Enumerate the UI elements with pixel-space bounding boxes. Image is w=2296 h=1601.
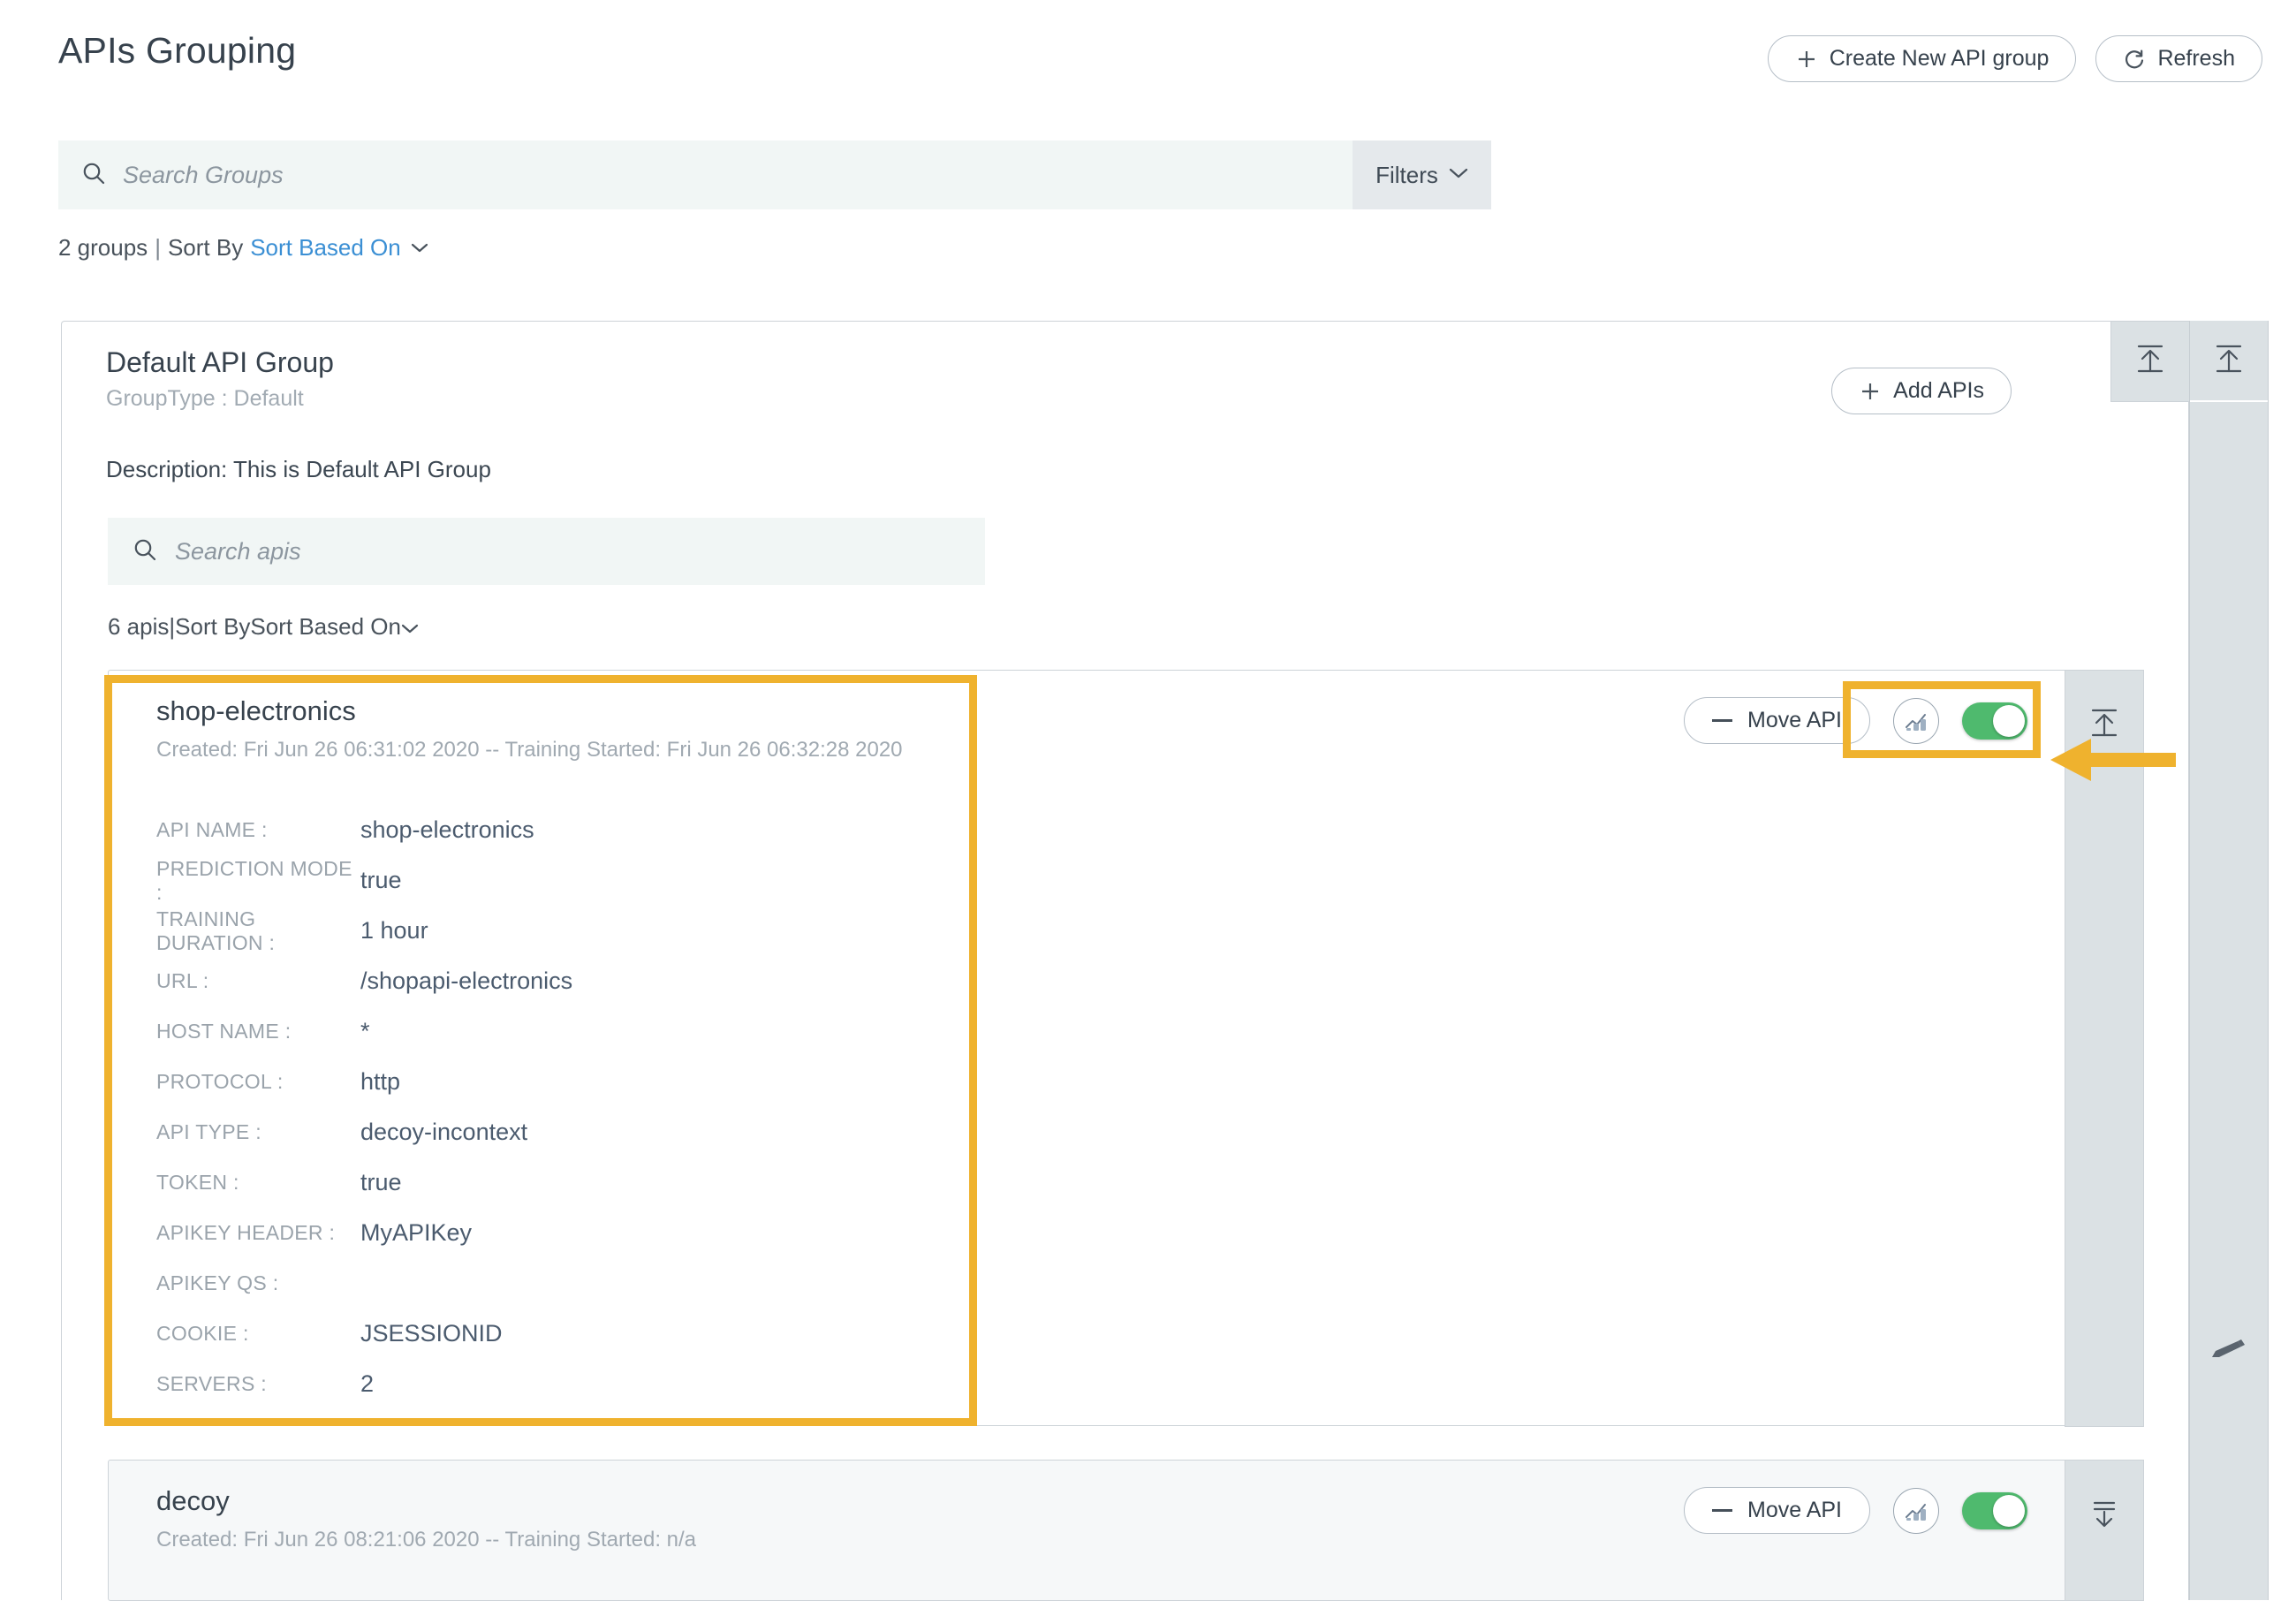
- detail-key: API TYPE :: [156, 1107, 360, 1157]
- sort-by-label: Sort By: [168, 234, 243, 262]
- search-icon: [132, 536, 158, 567]
- detail-value: shop-electronics: [360, 805, 572, 855]
- api-enabled-toggle[interactable]: [1962, 1492, 2027, 1529]
- move-api-label: Move API: [1747, 708, 1842, 733]
- detail-key: PREDICTION MODE :: [156, 855, 360, 906]
- detail-key: APIKEY QS :: [156, 1258, 360, 1309]
- detail-value: MyAPIKey: [360, 1208, 572, 1258]
- rail-edit-button[interactable]: [2190, 1337, 2268, 1368]
- api-move-to-bottom-button[interactable]: [2065, 1460, 2144, 1601]
- detail-value: /shopapi-electronics: [360, 956, 572, 1006]
- summary-separator: |: [155, 234, 161, 262]
- chevron-down-icon[interactable]: [401, 613, 419, 641]
- move-to-top-icon: [2087, 704, 2122, 746]
- apis-sort-by-label: Sort By: [175, 613, 250, 641]
- minus-icon: [1712, 1509, 1732, 1512]
- api-meta: Created: Fri Jun 26 08:21:06 2020 -- Tra…: [156, 1528, 696, 1552]
- api-group-card: Default API Group GroupType : Default Ad…: [61, 321, 2189, 1600]
- api-detail-table: API NAME : shop-electronics PREDICTION M…: [156, 805, 572, 1409]
- groups-count: 2 groups: [58, 234, 148, 262]
- create-new-api-group-label: Create New API group: [1830, 46, 2050, 72]
- toggle-knob: [1993, 1495, 2025, 1527]
- page-header: APIs Grouping Create New API group Refre…: [0, 0, 2296, 104]
- move-to-top-icon: [2211, 340, 2247, 382]
- add-apis-label: Add APIs: [1893, 378, 1984, 404]
- apis-sort-link[interactable]: Sort Based On: [250, 613, 401, 641]
- detail-key: PROTOCOL :: [156, 1057, 360, 1107]
- search-groups-input[interactable]: Search Groups: [58, 140, 1353, 209]
- groups-sort-link[interactable]: Sort Based On: [250, 234, 401, 262]
- api-row[interactable]: decoy Created: Fri Jun 26 08:21:06 2020 …: [108, 1460, 2143, 1601]
- header-actions: Create New API group Refresh: [1768, 35, 2262, 82]
- move-to-top-icon: [2133, 340, 2168, 382]
- apis-summary-separator: |: [169, 613, 175, 641]
- create-new-api-group-button[interactable]: Create New API group: [1768, 35, 2077, 82]
- api-row[interactable]: shop-electronics Created: Fri Jun 26 06:…: [108, 670, 2143, 1426]
- filters-label: Filters: [1375, 162, 1438, 189]
- refresh-button[interactable]: Refresh: [2095, 35, 2262, 82]
- refresh-label: Refresh: [2157, 46, 2235, 72]
- analytics-chart-icon[interactable]: [1893, 698, 1939, 744]
- search-apis-placeholder: Search apis: [175, 538, 301, 565]
- api-meta: Created: Fri Jun 26 06:31:02 2020 -- Tra…: [156, 738, 903, 763]
- minus-icon: [1712, 719, 1732, 722]
- apis-count: 6 apis: [108, 613, 169, 641]
- plus-icon: [1795, 48, 1818, 71]
- api-enabled-toggle[interactable]: [1962, 702, 2027, 740]
- chevron-down-icon[interactable]: [411, 242, 428, 254]
- move-to-bottom-icon: [2087, 1494, 2122, 1536]
- detail-value: http: [360, 1057, 572, 1107]
- detail-value: 2: [360, 1359, 572, 1409]
- move-api-label: Move API: [1747, 1498, 1842, 1523]
- detail-key: SERVERS :: [156, 1359, 360, 1409]
- group-type: GroupType : Default: [106, 386, 334, 412]
- groups-summary-row: 2 groups | Sort By Sort Based On: [58, 234, 428, 262]
- pencil-icon: [2209, 1337, 2249, 1368]
- api-row-actions: Move API: [1684, 1487, 2027, 1534]
- move-api-button[interactable]: Move API: [1684, 697, 1870, 744]
- refresh-icon: [2123, 48, 2146, 71]
- group-name: Default API Group: [106, 346, 334, 379]
- add-apis-button[interactable]: Add APIs: [1831, 368, 2012, 414]
- filters-dropdown[interactable]: Filters: [1353, 140, 1491, 209]
- groups-search-row: Search Groups Filters: [58, 140, 1491, 209]
- detail-key: URL :: [156, 956, 360, 1006]
- api-name: decoy: [156, 1485, 230, 1517]
- detail-value: [360, 1258, 572, 1309]
- search-groups-placeholder: Search Groups: [123, 162, 284, 189]
- search-apis-input[interactable]: Search apis: [108, 518, 985, 585]
- detail-key: HOST NAME :: [156, 1006, 360, 1057]
- page-title: APIs Grouping: [58, 30, 296, 72]
- plus-icon: [1859, 380, 1882, 403]
- api-move-to-top-button[interactable]: [2065, 670, 2144, 1427]
- group-move-to-top-button[interactable]: [2110, 321, 2190, 402]
- group-description: Description: This is Default API Group: [106, 456, 491, 483]
- toggle-knob: [1993, 705, 2025, 737]
- detail-value: 1 hour: [360, 906, 572, 956]
- detail-key: TRAINING DURATION :: [156, 906, 360, 956]
- rail-move-to-top-button[interactable]: [2190, 321, 2268, 402]
- detail-key: TOKEN :: [156, 1157, 360, 1208]
- analytics-chart-icon[interactable]: [1893, 1488, 1939, 1534]
- detail-key: APIKEY HEADER :: [156, 1208, 360, 1258]
- detail-value: decoy-incontext: [360, 1107, 572, 1157]
- detail-value: *: [360, 1006, 572, 1057]
- api-name: shop-electronics: [156, 695, 356, 727]
- api-row-actions: Move API: [1684, 697, 2027, 744]
- page-right-rail: [2189, 321, 2269, 1600]
- apis-summary-row: 6 apis | Sort By Sort Based On: [108, 613, 419, 641]
- detail-value: true: [360, 1157, 572, 1208]
- group-header: Default API Group GroupType : Default: [106, 346, 334, 412]
- detail-value: true: [360, 855, 572, 906]
- detail-key: COOKIE :: [156, 1309, 360, 1359]
- detail-value: JSESSIONID: [360, 1309, 572, 1359]
- search-icon: [80, 160, 107, 191]
- chevron-down-icon: [1449, 167, 1468, 184]
- move-api-button[interactable]: Move API: [1684, 1487, 1870, 1534]
- detail-key: API NAME :: [156, 805, 360, 855]
